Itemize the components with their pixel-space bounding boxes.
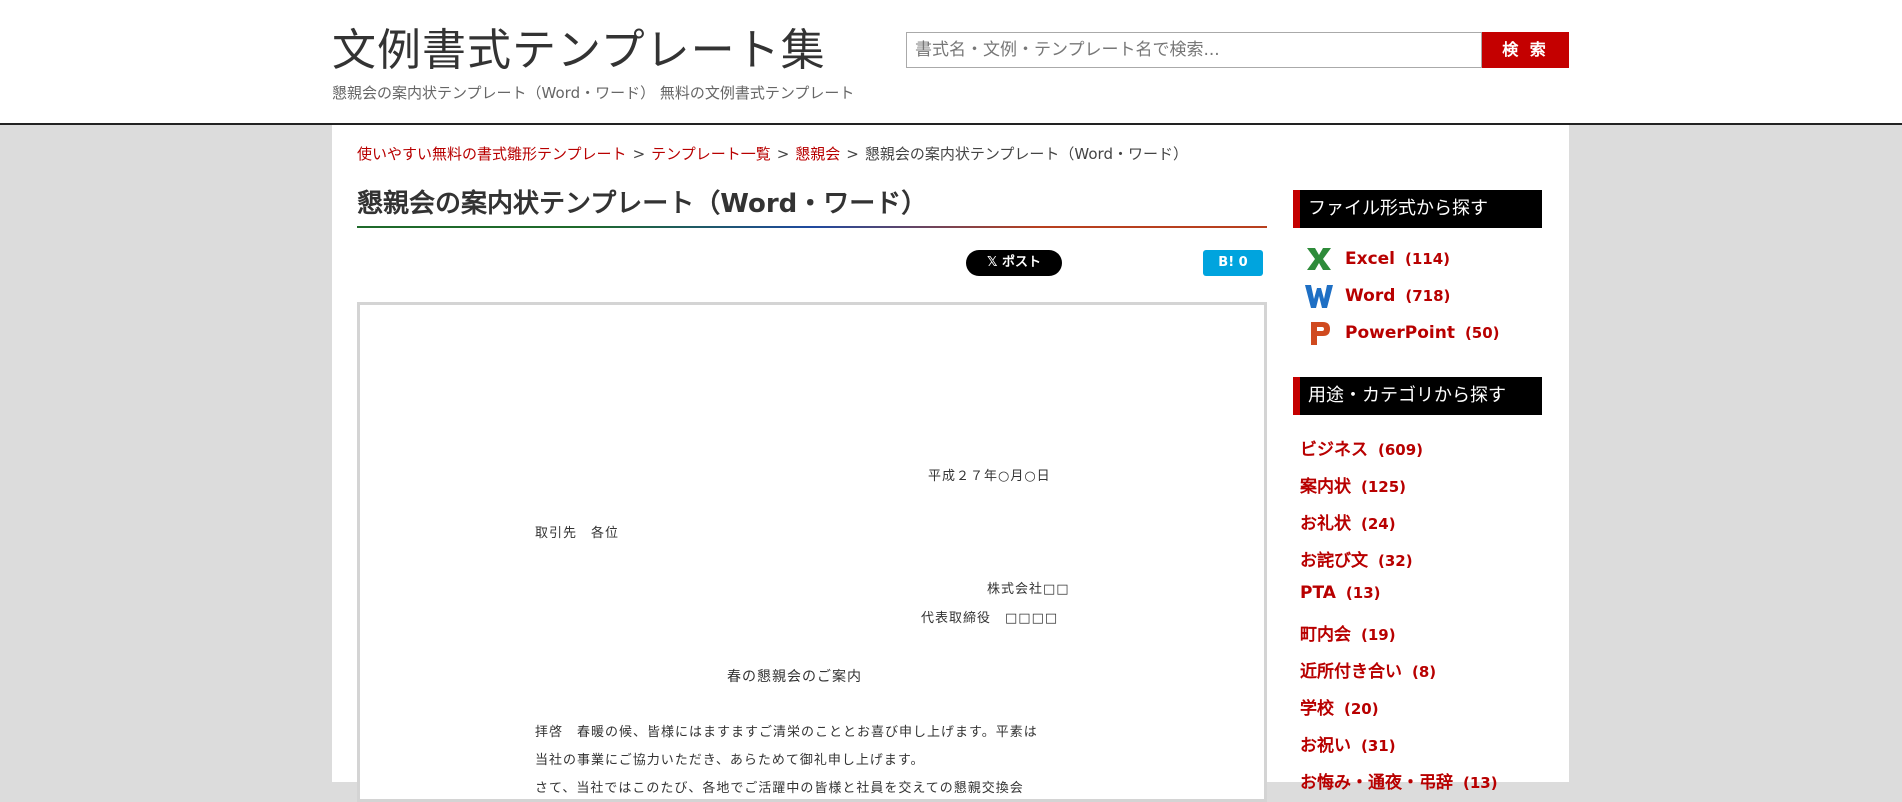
format-label: Word <box>1345 286 1396 306</box>
excel-icon <box>1303 245 1335 273</box>
category-item[interactable]: お詫び文 (32) <box>1300 546 1413 571</box>
category-item[interactable]: ビジネス (609) <box>1300 435 1423 460</box>
category-count: (13) <box>1345 584 1381 602</box>
doc-body-line: 拝啓 春暖の候、皆様にはますますご清栄のこととお喜び申し上げます。平素は <box>535 725 1038 740</box>
format-label: Excel <box>1345 249 1396 269</box>
category-item[interactable]: 案内状 (125) <box>1300 472 1406 497</box>
breadcrumb: 使いやすい無料の書式雛形テンプレート > テンプレート一覧 > 懇親会 > 懇親会の案内状テ… <box>357 143 1188 164</box>
word-icon <box>1303 282 1335 310</box>
site-subtitle: 懇親会の案内状テンプレート（Word・ワード） 無料の文例書式テンプレート <box>332 84 855 102</box>
search-input[interactable]: 書式名・文例・テンプレート名で検索... <box>906 32 1482 68</box>
category-label: 近所付き合い <box>1300 662 1402 682</box>
x-post-button[interactable]: 𝕏 ポスト <box>966 250 1062 276</box>
format-section-heading: ファイル形式から探す <box>1293 190 1542 228</box>
breadcrumb-category-link[interactable]: 懇親会 <box>795 145 840 163</box>
format-count: (718) <box>1405 287 1451 305</box>
breadcrumb-separator: > <box>776 145 790 163</box>
category-item[interactable]: 近所付き合い (8) <box>1300 657 1436 682</box>
breadcrumb-current: 懇親会の案内状テンプレート（Word・ワード） <box>864 145 1188 163</box>
doc-representative: 代表取締役 □□□□ <box>921 611 1059 626</box>
breadcrumb-separator: > <box>846 145 859 163</box>
category-count: (609) <box>1378 441 1424 459</box>
page-content: 使いやすい無料の書式雛形テンプレート > テンプレート一覧 > 懇親会 > 懇親会の案内状テ… <box>332 125 1569 802</box>
doc-heading: 春の懇親会のご案内 <box>727 669 862 685</box>
format-count: (114) <box>1405 250 1451 268</box>
category-item[interactable]: お祝い (31) <box>1300 731 1396 756</box>
category-count: (8) <box>1412 663 1437 681</box>
template-preview[interactable]: 平成２７年○月○日 取引先 各位 株式会社□□ 代表取締役 □□□□ 春の懇親会… <box>357 302 1267 802</box>
site-title[interactable]: 文例書式テンプレート集 <box>332 14 826 78</box>
format-count: (50) <box>1464 324 1500 342</box>
doc-date: 平成２７年○月○日 <box>928 469 1051 484</box>
doc-body-line: 当社の事業にご協力いただき、あらためて御礼申し上げます。 <box>535 753 925 768</box>
format-item-excel[interactable]: Excel (114) <box>1303 245 1450 273</box>
category-count: (20) <box>1344 700 1379 718</box>
category-count: (32) <box>1378 552 1413 570</box>
title-underline <box>357 226 1267 228</box>
category-label: ビジネス <box>1300 440 1368 460</box>
powerpoint-icon <box>1303 319 1335 347</box>
category-item[interactable]: 町内会 (19) <box>1300 620 1396 645</box>
category-count: (19) <box>1361 626 1396 644</box>
doc-recipient: 取引先 各位 <box>535 526 620 541</box>
category-count: (13) <box>1463 774 1498 792</box>
doc-company: 株式会社□□ <box>987 582 1070 597</box>
category-label: 町内会 <box>1300 625 1351 645</box>
category-item[interactable]: お礼状 (24) <box>1300 509 1396 534</box>
format-label: PowerPoint <box>1345 323 1455 343</box>
site-header: 文例書式テンプレート集 懇親会の案内状テンプレート（Word・ワード） 無料の文… <box>0 0 1902 125</box>
category-label: 学校 <box>1300 699 1334 719</box>
format-item-word[interactable]: Word (718) <box>1303 282 1450 310</box>
breadcrumb-template-list-link[interactable]: テンプレート一覧 <box>651 145 771 163</box>
category-label: お詫び文 <box>1300 551 1368 571</box>
category-item[interactable]: PTA (13) <box>1300 583 1381 603</box>
category-label: PTA <box>1300 583 1336 603</box>
category-count: (24) <box>1361 515 1396 533</box>
format-item-powerpoint[interactable]: PowerPoint (50) <box>1303 319 1500 347</box>
search-button[interactable]: 検 索 <box>1482 32 1569 68</box>
breadcrumb-home-link[interactable]: 使いやすい無料の書式雛形テンプレート <box>357 145 627 163</box>
page-title: 懇親会の案内状テンプレート（Word・ワード） <box>357 189 928 219</box>
hatena-bookmark-button[interactable]: B! 0 <box>1203 250 1263 276</box>
category-label: 案内状 <box>1300 477 1351 497</box>
category-label: お悔み・通夜・弔辞 <box>1300 773 1453 793</box>
breadcrumb-separator: > <box>632 145 646 163</box>
category-label: お祝い <box>1300 736 1351 756</box>
category-count: (125) <box>1361 478 1407 496</box>
category-label: お礼状 <box>1300 514 1351 534</box>
category-item[interactable]: お悔み・通夜・弔辞 (13) <box>1300 768 1498 793</box>
category-item[interactable]: 学校 (20) <box>1300 694 1379 719</box>
category-count: (31) <box>1361 737 1396 755</box>
doc-body-line: さて、当社ではこのたび、各地でご活躍中の皆様と社員を交えての懇親交換会 <box>535 781 1024 796</box>
category-section-heading: 用途・カテゴリから探す <box>1293 377 1542 415</box>
